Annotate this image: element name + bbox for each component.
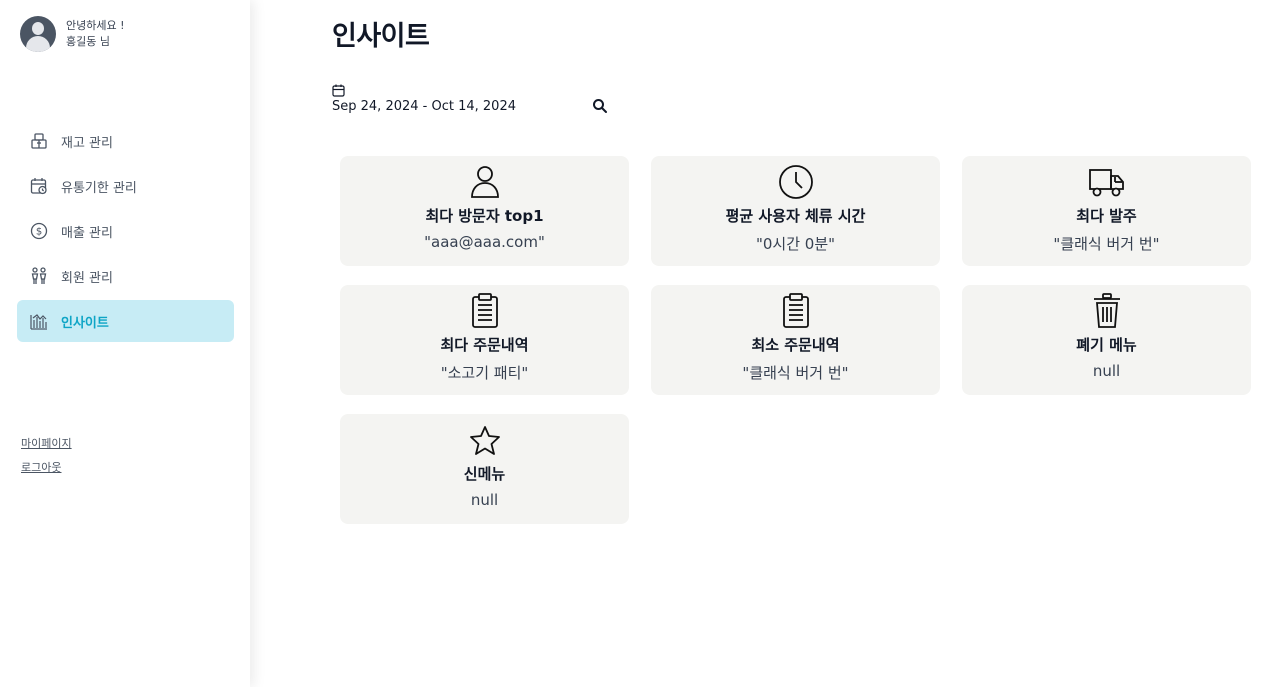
card-title: 평균 사용자 체류 시간: [725, 207, 866, 225]
sidebar-item-inventory[interactable]: 재고 관리: [17, 120, 234, 162]
card-value: "클래식 버거 번": [742, 364, 849, 382]
insight-card-most-ordered: 최다 주문내역 "소고기 패티": [340, 285, 629, 395]
sidebar: 안녕하세요 ! 홍길동 님 재고 관리 유통기한 관리 $ 매출 관리 회원 관…: [0, 0, 250, 687]
insight-card-new-menu: 신메뉴 null: [340, 414, 629, 524]
sidebar-item-insight[interactable]: 인사이트: [17, 300, 234, 342]
card-value: null: [1092, 362, 1121, 380]
clipboard-icon: [782, 293, 810, 329]
svg-text:$: $: [36, 227, 42, 238]
card-value: "aaa@aaa.com": [424, 233, 545, 251]
sidebar-item-sales[interactable]: $ 매출 관리: [17, 210, 234, 252]
sidebar-item-label: 유통기한 관리: [61, 180, 137, 196]
calendar-clock-icon: [29, 176, 49, 196]
clock-icon: [778, 164, 814, 200]
card-title: 최다 발주: [1076, 207, 1137, 225]
card-value: "소고기 패티": [440, 364, 529, 382]
truck-icon: [1088, 164, 1125, 200]
date-range-value[interactable]: Sep 24, 2024 - Oct 14, 2024: [332, 99, 516, 114]
user-greeting: 안녕하세요 !: [66, 19, 125, 32]
star-icon: [469, 422, 501, 458]
card-title: 최다 방문자 top1: [425, 207, 544, 225]
user-name: 홍길동 님: [66, 35, 110, 48]
sidebar-item-members[interactable]: 회원 관리: [17, 255, 234, 297]
package-icon: [29, 131, 49, 151]
insight-card-discarded-menu: 폐기 메뉴 null: [962, 285, 1251, 395]
sidebar-item-label: 회원 관리: [61, 270, 113, 286]
card-title: 최소 주문내역: [751, 336, 840, 354]
insight-card-least-ordered: 최소 주문내역 "클래식 버거 번": [651, 285, 940, 395]
insight-card-avg-stay: 평균 사용자 체류 시간 "0시간 0분": [651, 156, 940, 266]
sidebar-item-label: 재고 관리: [61, 135, 113, 151]
chart-bars-icon: [29, 311, 49, 331]
insight-card-top-visitor: 최다 방문자 top1 "aaa@aaa.com": [340, 156, 629, 266]
card-value: null: [470, 491, 499, 509]
user-icon: [469, 164, 501, 200]
main-content: 인사이트 Sep 24, 2024 - Oct 14, 2024 최다 방문자 …: [250, 0, 1280, 687]
sidebar-item-label: 매출 관리: [61, 225, 113, 241]
page-title: 인사이트: [332, 21, 430, 52]
mypage-link[interactable]: 마이페이지: [21, 432, 72, 456]
card-title: 폐기 메뉴: [1076, 336, 1137, 354]
sidebar-nav: 재고 관리 유통기한 관리 $ 매출 관리 회원 관리 인사이트: [17, 120, 234, 345]
user-profile: 안녕하세요 ! 홍길동 님: [20, 16, 125, 52]
insight-card-top-order: 최다 발주 "클래식 버거 번": [962, 156, 1251, 266]
dollar-circle-icon: $: [29, 221, 49, 241]
card-title: 최다 주문내역: [440, 336, 529, 354]
trash-icon: [1093, 293, 1121, 329]
clipboard-icon: [471, 293, 499, 329]
card-value: "0시간 0분": [755, 235, 836, 253]
avatar: [20, 16, 56, 52]
search-icon[interactable]: [592, 98, 610, 116]
people-icon: [29, 266, 49, 286]
sidebar-item-label: 인사이트: [61, 315, 109, 331]
sidebar-item-expiry[interactable]: 유통기한 관리: [17, 165, 234, 207]
card-value: "클래식 버거 번": [1053, 235, 1160, 253]
date-range-picker[interactable]: Sep 24, 2024 - Oct 14, 2024: [332, 82, 612, 122]
logout-link[interactable]: 로그아웃: [21, 456, 72, 480]
account-links: 마이페이지 로그아웃: [21, 432, 72, 480]
card-title: 신메뉴: [463, 465, 506, 483]
